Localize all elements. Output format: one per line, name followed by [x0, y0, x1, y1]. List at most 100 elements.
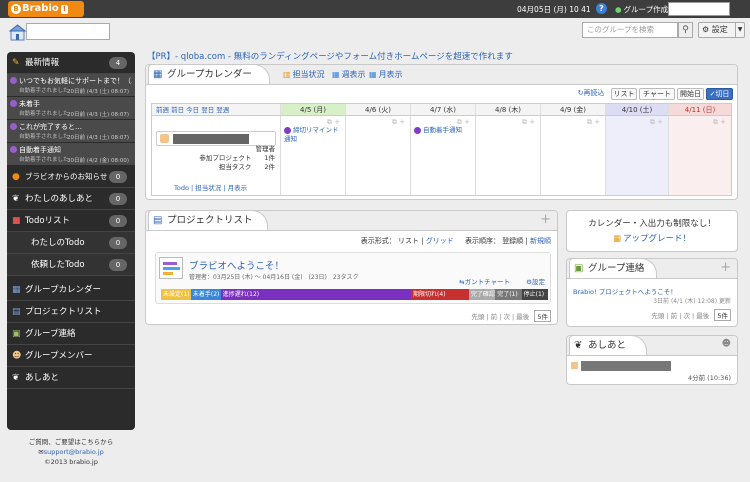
day-header: 4/8 (木) — [476, 104, 541, 116]
day-header: 4/5 (月) — [281, 104, 346, 116]
upgrade-panel: カレンダー・入出力も制限なし！ ▦ アップグレード！ — [566, 210, 738, 252]
status-segment[interactable]: 進捗遅れ(12) — [220, 289, 412, 300]
chart-view-button[interactable]: チャート — [639, 88, 675, 100]
settings-button[interactable]: ⚙ 設定 ▼ — [698, 22, 745, 38]
tanto-status-link[interactable]: ▥ 担当状況 — [283, 69, 325, 80]
sidebar-item-notice[interactable]: ● ブラビオからのお知らせ 0 — [7, 166, 135, 188]
current-datetime: 04月05日 (月) 10 41 — [517, 5, 591, 14]
project-card[interactable]: ブラビオへようこそ！ 管理者：03月25日 (木) ～ 04月16日 (金) (… — [155, 252, 551, 304]
footprint-user-masked[interactable] — [581, 361, 671, 371]
sidebar-item-group-calendar[interactable]: ▦ グループカレンダー — [7, 279, 135, 301]
start-date-button[interactable]: 開始日 — [677, 88, 704, 100]
contact-icon: ▣ — [12, 329, 21, 339]
chevron-down-icon[interactable]: ▼ — [735, 23, 744, 37]
news-item[interactable]: いつでもお気軽にサポートまで！（… 自動着手されました 20日前 (4/3 (土… — [7, 74, 135, 97]
search-icon[interactable]: ⚲ — [678, 22, 693, 38]
list-view-button[interactable]: リスト — [611, 88, 637, 100]
status-segment[interactable]: 期限切れ(4) — [411, 289, 469, 300]
tab-footprint[interactable]: ❦ あしあと — [569, 335, 647, 355]
add-icon[interactable]: ⧉ + — [713, 118, 726, 127]
user-menu-box[interactable] — [668, 2, 730, 16]
day-cell[interactable]: ⧉ + — [346, 116, 411, 195]
members-icon[interactable]: ☻ — [722, 339, 731, 349]
sidebar: ✎ 最新情報 4 いつでもお気軽にサポートまで！（… 自動着手されました 20日… — [7, 52, 135, 430]
project-setting-link[interactable]: ⚙設定 — [526, 276, 545, 286]
add-icon[interactable]: ⧉ + — [522, 118, 535, 127]
day-header: 4/9 (金) — [541, 104, 606, 116]
week-view-link[interactable]: ▦ 週表示 — [332, 69, 366, 80]
month-view-link[interactable]: ▦ 月表示 — [369, 69, 403, 80]
support-mail-link[interactable]: support@brabio.jp — [44, 448, 104, 456]
day-header: 4/6 (火) — [346, 104, 411, 116]
group-home-icon[interactable] — [9, 24, 26, 41]
sidebar-item-group-contact[interactable]: ▣ グループ連絡 — [7, 323, 135, 345]
chart-icon: ▥ — [283, 70, 291, 79]
footprint-icon: ❦ — [574, 340, 583, 351]
calendar-event[interactable]: 締切リマインド通知 — [284, 126, 342, 144]
group-name-box[interactable] — [26, 23, 110, 40]
calendar-nav[interactable]: 前週 前日 今日 翌日 翌週 — [156, 104, 229, 116]
upgrade-icon: ▦ — [612, 234, 621, 244]
project-list-panel: ▤ プロジェクトリスト + 表示形式： リスト | グリッド 表示順序： 登録順… — [145, 210, 558, 325]
upgrade-link[interactable]: ▦ アップグレード！ — [567, 232, 737, 244]
news-item[interactable]: 自動着手通知 自動着手されました 30日前 (4/2 (金) 08:00) — [7, 143, 135, 166]
news-item[interactable]: 未着手 自動着手されました 20日前 (4/3 (土) 08:07) — [7, 97, 135, 120]
sidebar-item-requested-todo[interactable]: 依頼したTodo 0 — [7, 254, 135, 276]
brabio-logo[interactable]: B Brabio! — [8, 1, 84, 17]
status-segment[interactable]: 未設定(1) — [161, 289, 191, 300]
day-cell[interactable]: ⧉ + — [476, 116, 541, 195]
status-segment[interactable]: 完了確認(1) — [468, 289, 496, 300]
status-segment[interactable]: 完了(1) — [495, 289, 522, 300]
status-segment[interactable]: 停止(1) — [521, 289, 549, 300]
reload-button[interactable]: ↻再読込 — [574, 88, 608, 100]
per-page-select[interactable]: 5件 — [714, 309, 731, 321]
group-search-input[interactable]: このグループを検索 — [582, 22, 678, 38]
add-icon[interactable]: + — [540, 212, 551, 227]
upgrade-message: カレンダー・入出力も制限なし！ — [588, 219, 716, 229]
deadline-button[interactable]: ✓切日 — [706, 88, 733, 100]
contact-pager[interactable]: 先頭 | 前 | 次 | 最後 5件 — [651, 309, 731, 321]
day-cell[interactable]: ⧉ + 締切リマインド通知 — [281, 116, 346, 195]
sidebar-item-todo[interactable]: ■ Todoリスト 0 — [7, 210, 135, 232]
project-pager[interactable]: 先頭 | 前 | 次 | 最後 5件 — [471, 310, 551, 322]
calendar-event[interactable]: 自動着手通知 — [414, 126, 474, 135]
add-icon[interactable]: + — [720, 260, 731, 275]
sort-new-link[interactable]: 新規順 — [530, 237, 551, 245]
group-create-link[interactable]: ● グループ作成 — [615, 4, 668, 15]
sort-registered-link[interactable]: 登録順 — [502, 237, 523, 245]
sidebar-item-project-list[interactable]: ▤ プロジェクトリスト — [7, 301, 135, 323]
sidebar-item-my-todo[interactable]: わたしのTodo 0 — [7, 232, 135, 254]
pr-banner-link[interactable]: 【PR】- qloba.com - 無料のランディングページやフォーム付きホーム… — [147, 50, 513, 62]
footprint-panel: ❦ あしあと ☻ 4分前 (10:36) — [566, 335, 738, 385]
gear-icon: ⚙ — [702, 25, 710, 34]
project-title-link[interactable]: ブラビオへようこそ！ — [189, 258, 284, 272]
add-icon[interactable]: ⧉ + — [650, 118, 663, 127]
per-page-select[interactable]: 5件 — [534, 310, 551, 322]
format-list-link[interactable]: リスト — [398, 237, 419, 245]
day-cell[interactable]: ⧉ + 自動着手通知 — [411, 116, 476, 195]
todo-icon: ■ — [12, 216, 21, 226]
news-item[interactable]: これが完了すると… 自動着手されました 20日前 (4/3 (土) 08:07) — [7, 120, 135, 143]
day-cell[interactable]: ⧉ + — [669, 116, 731, 195]
arrow-icon — [10, 100, 17, 107]
tab-project-list[interactable]: ▤ プロジェクトリスト — [148, 210, 268, 230]
sidebar-item-group-members[interactable]: ☻ グループメンバー — [7, 345, 135, 367]
add-icon[interactable]: ⧉ + — [587, 118, 600, 127]
format-grid-link[interactable]: グリッド — [426, 237, 454, 245]
day-cell[interactable]: ⧉ + — [541, 116, 606, 195]
tab-group-calendar[interactable]: ▦ グループカレンダー — [148, 64, 270, 84]
tab-group-contact[interactable]: ▣ グループ連絡 — [569, 258, 657, 278]
sidebar-item-my-footprint[interactable]: ❦ わたしのあしあと 0 — [7, 188, 135, 210]
day-cell[interactable]: ⧉ + — [606, 116, 669, 195]
help-icon[interactable]: ? — [596, 3, 607, 14]
contact-icon: ▣ — [574, 263, 584, 274]
gantt-chart-link[interactable]: ⇆ガントチャート — [459, 276, 510, 286]
group-calendar-panel: ▦ グループカレンダー ▥ 担当状況 ▦ 週表示 ▦ 月表示 ↻再読込 リスト チャー… — [145, 64, 738, 200]
footprint-time: 4分前 (10:36) — [687, 374, 731, 382]
sidebar-item-footprint[interactable]: ❦ あしあと — [7, 367, 135, 389]
user-quick-links[interactable]: Todo | 担当状況 | 月表示 — [174, 182, 247, 192]
status-segment[interactable]: 未着手(2) — [190, 289, 221, 300]
add-icon[interactable]: ⧉ + — [392, 118, 405, 127]
group-contact-item[interactable]: Brabio! プロジェクトへようこそ！ — [573, 286, 677, 296]
news-header[interactable]: ✎ 最新情報 4 — [7, 52, 135, 74]
